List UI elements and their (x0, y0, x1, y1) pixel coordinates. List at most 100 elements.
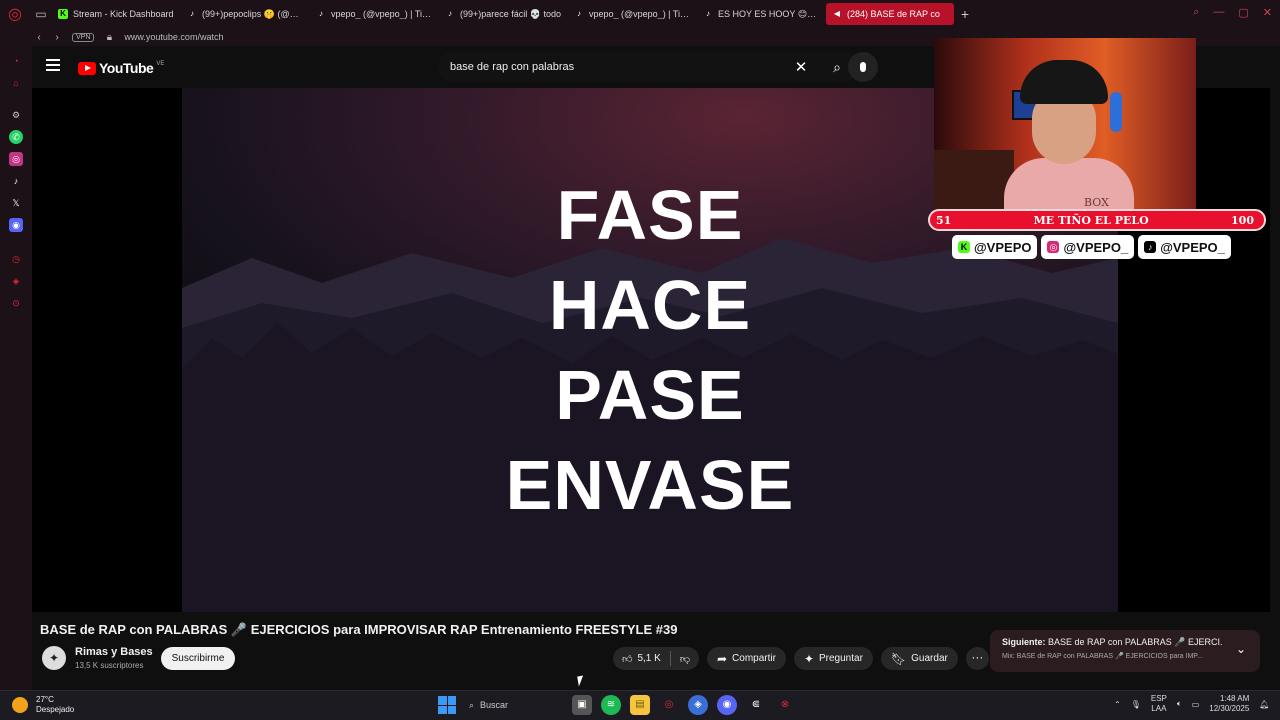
volume-icon[interactable]: 🔈︎ (1177, 699, 1182, 709)
up-next-mix: Mix: BASE de RAP con PALABRAS 🎤 EJERCICI… (1002, 653, 1203, 660)
language-indicator[interactable]: ESP LAA (1151, 694, 1167, 714)
search-box: base de rap con palabras ✕ ⌕ (438, 52, 858, 82)
like-count: 5,1 K (637, 653, 661, 664)
notifications-icon[interactable]: ◈ (9, 274, 23, 288)
browser-tab[interactable]: K Stream - Kick Dashboard (52, 3, 180, 25)
minimize-icon[interactable]: — (1213, 6, 1224, 19)
close-icon[interactable]: ✕ (1263, 6, 1272, 19)
save-button[interactable]: 🔖︎ Guardar (880, 647, 958, 670)
instagram-icon[interactable]: ◎ (9, 152, 23, 166)
spotify-icon[interactable]: ≋ (601, 695, 621, 715)
taskbar-search-label: Buscar (480, 700, 509, 710)
microphone-icon[interactable]: 🎙︎ (1131, 700, 1141, 709)
browser-tab[interactable]: ♪ (99+)pepoclips 🤫 (@vpe (181, 3, 309, 25)
channel-name[interactable]: Rimas y Bases (75, 646, 153, 658)
up-next-title-line: Siguiente: BASE de RAP con PALABRAS 🎤 EJ… (1002, 637, 1222, 648)
tab-label: (284) BASE de RAP co (847, 9, 940, 19)
channel-avatar[interactable]: ✦ (42, 646, 66, 670)
share-button[interactable]: ➦ Compartir (706, 647, 786, 670)
clock[interactable]: 1:48 AM 12/30/2025 (1209, 694, 1249, 714)
handle-text: @VPEPO (974, 239, 1032, 255)
lock-icon: 🔒︎ (106, 31, 113, 43)
settings-icon[interactable]: ⚙ (9, 108, 23, 122)
file-explorer-icon[interactable]: ▤ (630, 695, 650, 715)
browser-tab-active[interactable]: ◀ (284) BASE de RAP co (826, 3, 954, 25)
weather-widget[interactable]: 27°C Despejado (12, 695, 74, 715)
streamer-cap (1020, 60, 1108, 104)
workspaces-icon[interactable]: ▭ (30, 0, 52, 28)
capcut-icon[interactable]: ⋐ (746, 695, 766, 715)
discord-icon[interactable]: ◉ (717, 695, 737, 715)
tiktok-icon: ♪ (577, 9, 581, 18)
chevron-up-icon[interactable]: ⌃ (1114, 700, 1121, 709)
lyric-word: PASE (555, 356, 745, 434)
network-icon[interactable]: ▭ (1192, 700, 1200, 709)
lang-line2: LAA (1151, 704, 1167, 713)
handle-text: @VPEPO_ (1063, 239, 1129, 255)
maximize-icon[interactable]: ▢ (1238, 6, 1248, 19)
youtube-logo[interactable]: YouTube VE (78, 60, 164, 76)
forward-icon[interactable]: › (48, 32, 66, 43)
tab-label: Stream - Kick Dashboard (73, 9, 174, 19)
opera-gx-alt-icon[interactable]: ⊗ (775, 695, 795, 715)
opera-gx-logo-icon[interactable]: ◎ (0, 0, 30, 28)
app-icon[interactable]: ◈ (688, 695, 708, 715)
search-tabs-icon[interactable]: ⌕ (1193, 6, 1199, 19)
bookmark-icon: 🔖︎ (890, 651, 907, 666)
whatsapp-icon[interactable]: ✆ (9, 130, 23, 144)
like-button[interactable]: 👍︎ 5,1 K (613, 647, 670, 670)
back-icon[interactable]: ‹ (30, 32, 48, 43)
gx-corner-icon[interactable]: ⌂ (9, 76, 23, 90)
new-tab-plus-icon[interactable]: + (955, 6, 975, 22)
tab-label: (99+)pepoclips 🤫 (@vpe (202, 8, 303, 19)
subscribe-button[interactable]: Suscribirme (161, 647, 235, 670)
task-view-icon[interactable]: ▣ (572, 695, 592, 715)
ask-button[interactable]: ✦ Preguntar (793, 647, 873, 670)
tab-label: ES HOY ES HOOY 😊😊 # (718, 8, 819, 19)
x-twitter-icon[interactable]: 𝕏 (9, 196, 23, 210)
sidebar-settings-icon[interactable]: ⊙ (9, 296, 23, 310)
microphone-icon (860, 62, 866, 72)
url-field[interactable]: www.youtube.com/watch (124, 32, 223, 42)
mouse-cursor (577, 675, 585, 687)
dislike-button[interactable]: 👎︎ (671, 647, 699, 670)
temperature: 27°C (36, 695, 54, 704)
social-handles: K @VPEPO ◎ @VPEPO_ ♪ @VPEPO_ (952, 235, 1231, 259)
youtube-wordmark: YouTube (99, 60, 154, 76)
sun-icon (12, 697, 28, 713)
more-actions-icon[interactable]: ··· (965, 647, 989, 670)
browser-tab[interactable]: ♪ ES HOY ES HOOY 😊😊 # (697, 3, 825, 25)
up-next-card[interactable]: Siguiente: BASE de RAP con PALABRAS 🎤 EJ… (990, 630, 1260, 672)
search-input[interactable]: base de rap con palabras (438, 61, 786, 73)
lyric-word: FASE (556, 176, 744, 254)
tiktok-icon[interactable]: ♪ (9, 174, 23, 188)
weather-condition: Despejado (36, 705, 75, 714)
browser-tab[interactable]: ♪ (99+)parece fácil 💀 todo (439, 3, 567, 25)
goal-label: ME TIÑO EL PELO (1033, 213, 1149, 227)
like-dislike-group: 👍︎ 5,1 K 👎︎ (613, 647, 699, 670)
notification-bell-icon[interactable]: 🔔︎ (1259, 700, 1269, 709)
cam-brand-text: BOX (1084, 196, 1109, 209)
time: 1:48 AM (1219, 694, 1250, 703)
clear-search-icon[interactable]: ✕ (786, 58, 816, 76)
share-label: Compartir (732, 653, 776, 664)
discord-icon[interactable]: ◉ (9, 218, 23, 232)
browser-tab[interactable]: ♪ vpepo_ (@vpepo_) | TikTo (310, 3, 438, 25)
lyric-word: HACE (548, 266, 752, 344)
save-label: Guardar (911, 653, 948, 664)
vpn-badge[interactable]: VPN (72, 32, 95, 42)
opera-gx-icon[interactable]: ◎ (659, 695, 679, 715)
voice-search-button[interactable] (848, 52, 878, 82)
browser-tab[interactable]: ♪ vpepo_ (@vpepo_) | TikTo (568, 3, 696, 25)
history-icon[interactable]: ◷ (9, 252, 23, 266)
tab-label: vpepo_ (@vpepo_) | TikTo (589, 9, 690, 19)
taskbar-search[interactable]: ⌕ Buscar (465, 694, 563, 716)
browser-sidebar: ◔ ⌂ ⚙ ✆ ◎ ♪ 𝕏 ◉ ◷ ◈ ⊙ (0, 46, 32, 690)
windows-start-icon[interactable] (438, 696, 456, 714)
up-next-title: BASE de RAP con PALABRAS 🎤 EJERCI... (1048, 637, 1222, 647)
system-tray: ⌃ 🎙︎ ESP LAA 🔈︎ ▭ 1:48 AM 12/30/2025 🔔︎ (1114, 694, 1269, 714)
chevron-down-icon[interactable]: ⌄ (1236, 642, 1246, 656)
gx-control-icon[interactable]: ◔ (9, 54, 23, 68)
menu-icon[interactable] (46, 59, 60, 71)
stream-goal-bar: 51 ME TIÑO EL PELO 100 (928, 209, 1266, 231)
